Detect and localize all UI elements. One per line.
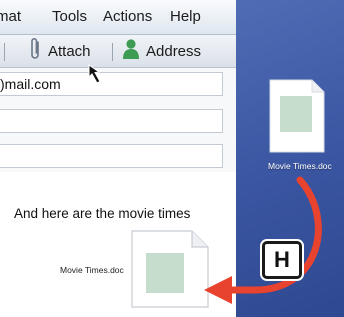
step-h-callout: H	[262, 241, 302, 279]
screenshot-stage: mat Tools Actions Help Attach Address)m…	[0, 0, 344, 317]
